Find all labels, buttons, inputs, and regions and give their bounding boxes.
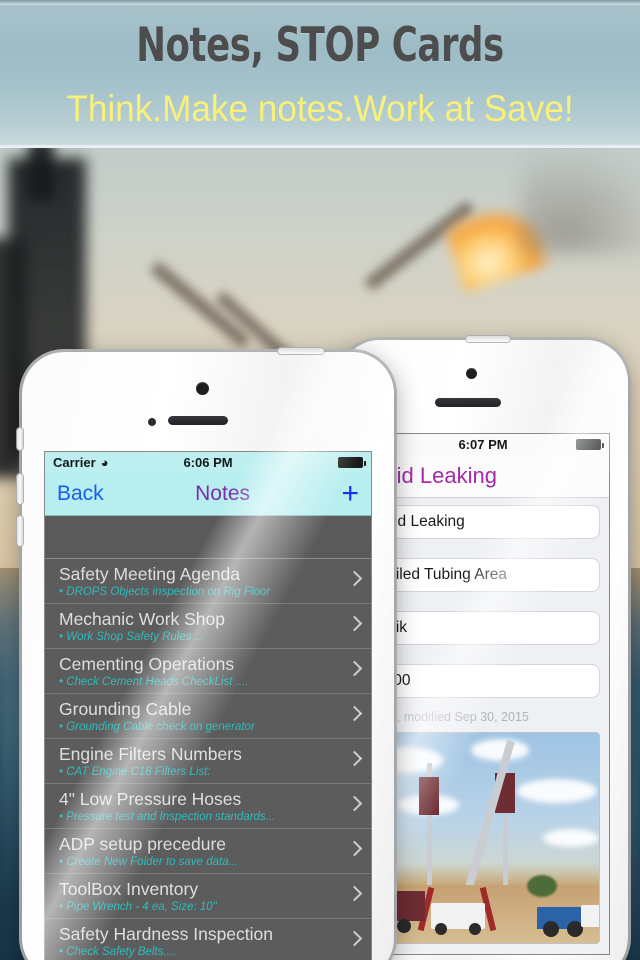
list-item-title: Cementing Operations <box>59 654 235 674</box>
navbar-right: Acid Leaking <box>357 454 609 498</box>
modified-date-label: 2015, modified Sep 30, 2015 <box>369 710 529 724</box>
navbar-left: Back Notes + <box>45 472 371 516</box>
screen-right: 6:07 PM Acid Leaking Acid Leaking Coiled… <box>357 434 609 954</box>
wheel-2 <box>397 919 411 933</box>
carrier-label: Carrier <box>53 454 96 470</box>
list-item-subtitle-text: Pressure test and Inspection standards..… <box>66 811 276 823</box>
list-item-title: Grounding Cable <box>59 699 192 719</box>
power-button-right[interactable] <box>466 336 510 342</box>
list-item-title: Engine Filters Numbers <box>59 744 242 764</box>
status-left-left: Carrier ◕ <box>53 455 183 470</box>
back-button[interactable]: Back <box>57 482 104 506</box>
list-item[interactable]: Grounding Cable • Grounding Cable check o… <box>45 694 371 739</box>
wheel-4 <box>469 923 481 935</box>
page-title: Notes <box>195 481 250 505</box>
list-item-subtitle-text: Create New Folder to save data... <box>66 856 239 868</box>
list-item[interactable]: Safety Hardness Inspection • Check Safety… <box>45 919 371 960</box>
depth-field[interactable]: 6000 <box>367 665 599 697</box>
status-bar-left: Carrier ◕ 6:06 PM <box>45 452 371 472</box>
screen-left: Carrier ◕ 6:06 PM Back Notes + Safety Me… <box>45 452 371 960</box>
rig-head-left <box>419 777 439 815</box>
list-item-title: 4" Low Pressure Hoses <box>59 789 242 809</box>
list-item-subtitle: • DROPS Objects inspection on Rig Floor <box>59 585 341 600</box>
list-item[interactable]: ADP setup precedure • Create New Folder t… <box>45 829 371 874</box>
background-derrick-top <box>28 148 54 200</box>
list-item[interactable]: 4" Low Pressure Hoses • Pressure test and… <box>45 784 371 829</box>
list-item-title: Mechanic Work Shop <box>59 609 226 629</box>
wheel-5 <box>543 921 559 937</box>
promo-title: Notes, STOP Cards <box>136 18 504 73</box>
chevron-right-icon <box>346 615 363 632</box>
list-item[interactable]: Cementing Operations • Check Cement Heads… <box>45 649 371 694</box>
proximity-sensor-left <box>148 418 156 426</box>
list-header-spacer <box>45 516 371 559</box>
phone-left: Carrier ◕ 6:06 PM Back Notes + Safety Me… <box>17 348 394 960</box>
list-item-subtitle: • CAT Engine C18 Filters List: <box>59 765 341 780</box>
earpiece-speaker-left <box>168 416 228 425</box>
promo-banner: Notes, STOP Cards Think.Make notes.Work … <box>0 0 640 148</box>
add-note-button[interactable]: + <box>341 478 359 508</box>
chevron-right-icon <box>346 840 363 857</box>
list-item-subtitle-text: CAT Engine C18 Filters List: <box>66 766 211 778</box>
chevron-right-icon <box>346 885 363 902</box>
battery-full-icon <box>576 438 605 450</box>
status-right-right <box>508 438 605 450</box>
status-time-right: 6:07 PM <box>458 436 508 452</box>
title-field[interactable]: Acid Leaking <box>367 506 599 538</box>
notes-list[interactable]: Safety Meeting Agenda • DROPS Objects ins… <box>45 516 371 960</box>
list-item-subtitle: • Create New Folder to save data... <box>59 855 341 870</box>
list-item[interactable]: Engine Filters Numbers • CAT Engine C18 F… <box>45 739 371 784</box>
list-item-title: ADP setup precedure <box>59 834 227 854</box>
cloud-5 <box>543 829 599 847</box>
chevron-right-icon <box>346 750 363 767</box>
wifi-icon: ◕ <box>100 454 109 470</box>
status-time-left: 6:06 PM <box>183 454 233 470</box>
chevron-right-icon <box>346 930 363 947</box>
list-item-subtitle-text: Grounding Cable check on generator <box>66 721 255 733</box>
list-item-title: Safety Meeting Agenda <box>59 564 240 584</box>
drilling-rig-photo[interactable] <box>367 733 599 943</box>
list-item[interactable]: Mechanic Work Shop • Work Shop Safety Rul… <box>45 604 371 649</box>
list-item[interactable]: ToolBox Inventory • Pipe Wrench - 4 ea, S… <box>45 874 371 919</box>
far-truck <box>581 905 599 927</box>
list-item-subtitle-text: Check Cement Heads CheckList .... <box>66 676 249 688</box>
person-field[interactable]: Tolik <box>367 612 599 644</box>
cloud-3 <box>517 779 597 803</box>
list-item-subtitle: • Pipe Wrench - 4 ea, Size: 10" <box>59 900 341 915</box>
front-camera-right <box>466 368 477 379</box>
power-button-left[interactable] <box>278 348 324 354</box>
list-item-subtitle-text: DROPS Objects inspection on Rig Floor <box>66 586 271 598</box>
chevron-right-icon <box>346 795 363 812</box>
list-item-title: ToolBox Inventory <box>59 879 199 899</box>
list-item-subtitle: • Grounding Cable check on generator <box>59 720 341 735</box>
list-item-subtitle-text: Work Shop Safety Rules ... <box>66 631 205 643</box>
earpiece-speaker-right <box>435 398 501 407</box>
status-bar-right: 6:07 PM <box>357 434 609 454</box>
chevron-right-icon <box>346 705 363 722</box>
list-item-subtitle: • Check Cement Heads CheckList .... <box>59 675 341 690</box>
cloud-2 <box>471 739 529 761</box>
volume-down-left[interactable] <box>17 516 23 546</box>
list-item[interactable]: Safety Meeting Agenda • DROPS Objects ins… <box>45 559 371 604</box>
chevron-right-icon <box>346 660 363 677</box>
list-item-title: Safety Hardness Inspection <box>59 924 274 944</box>
location-field[interactable]: Coiled Tubing Area <box>367 559 599 591</box>
promo-subtitle: Think.Make notes.Work at Save! <box>66 88 574 129</box>
tree <box>527 875 557 897</box>
note-detail-form: Acid Leaking Coiled Tubing Area Tolik 60… <box>357 498 609 954</box>
wheel-3 <box>435 923 447 935</box>
status-right-left <box>233 456 367 468</box>
list-item-subtitle: • Work Shop Safety Rules ... <box>59 630 341 645</box>
list-item-subtitle-text: Pipe Wrench - 4 ea, Size: 10" <box>66 901 217 913</box>
chevron-right-icon <box>346 570 363 587</box>
app-store-promo-screenshot: Notes, STOP Cards Think.Make notes.Work … <box>0 0 640 960</box>
list-item-subtitle: • Pressure test and Inspection standards… <box>59 810 341 825</box>
mute-switch-left[interactable] <box>17 428 23 450</box>
front-camera-left <box>196 382 209 395</box>
background-smoke <box>520 148 640 254</box>
list-item-subtitle-text: Check Safety Belts.... <box>66 946 177 958</box>
volume-up-left[interactable] <box>17 474 23 504</box>
battery-full-icon <box>338 456 367 468</box>
list-item-subtitle: • Check Safety Belts.... <box>59 945 341 960</box>
